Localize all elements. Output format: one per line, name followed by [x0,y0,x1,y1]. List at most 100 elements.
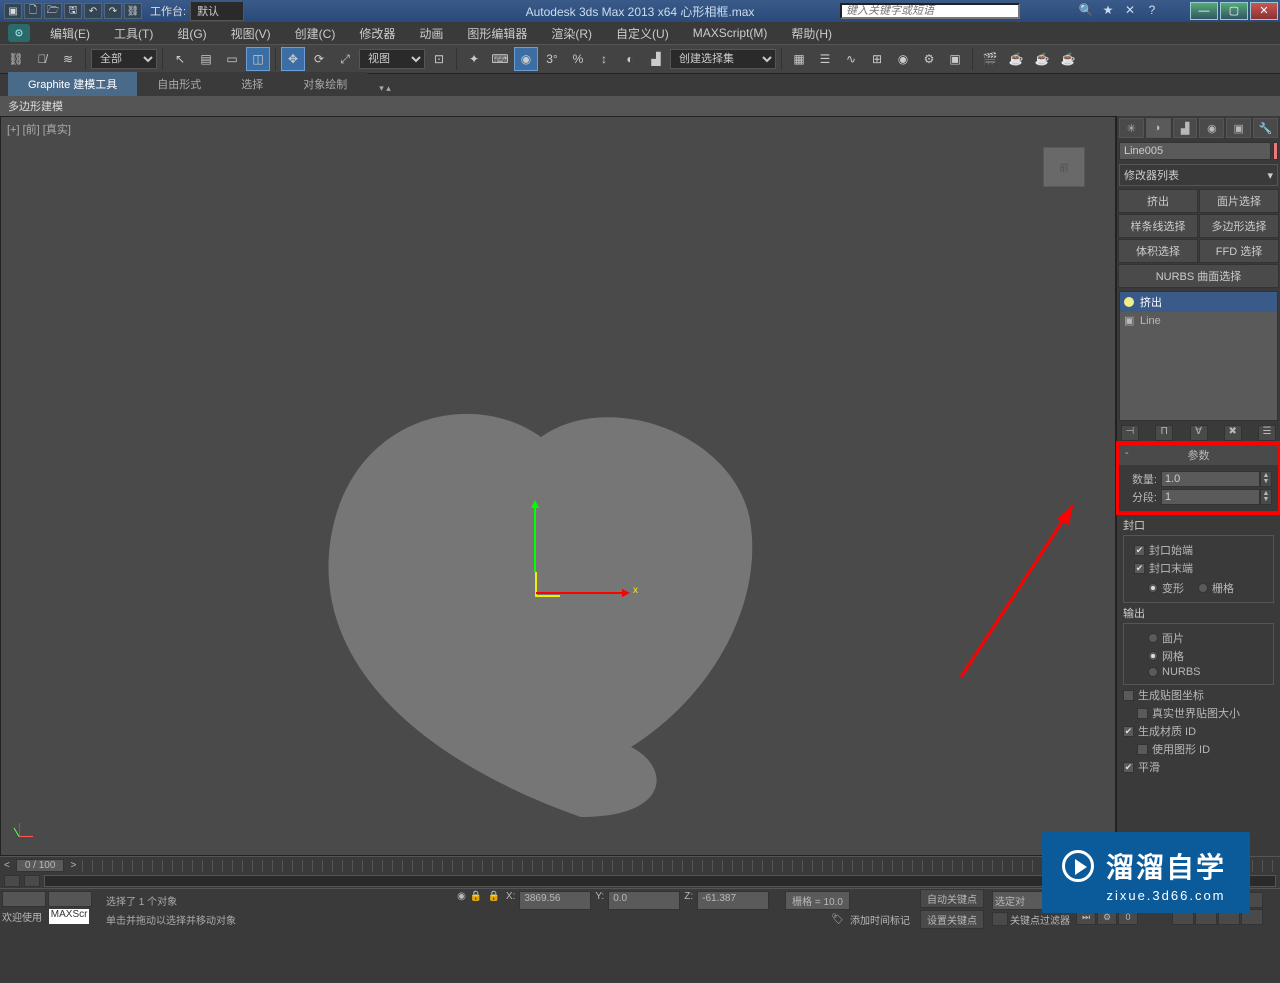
teapot1-icon[interactable]: ☕ [1004,47,1028,71]
motion-tab-icon[interactable]: ◉ [1199,118,1224,138]
help-search-input[interactable] [840,3,1020,19]
stack-item-extrude[interactable]: 挤出 [1120,292,1277,312]
maxscript-listener[interactable]: MAXScr [49,909,90,924]
snap-toggle-icon[interactable]: ◉ [514,47,538,71]
teapot3-icon[interactable]: ☕ [1056,47,1080,71]
lock2-icon[interactable]: 🔒 [488,891,502,910]
minimize-button[interactable]: — [1190,2,1218,20]
autokey-button[interactable]: 自动关键点 [920,889,984,908]
viewport-label[interactable]: [+] [前] [真实] [7,121,71,137]
scale-tool-icon[interactable]: ⤢ [333,47,357,71]
teapot2-icon[interactable]: ☕ [1030,47,1054,71]
genmap-checkbox[interactable] [1123,690,1134,701]
menu-modifiers[interactable]: 修改器 [347,22,407,45]
grid-radio[interactable] [1198,583,1208,593]
render-prod-icon[interactable]: 🎬 [978,47,1002,71]
ribbon-tab-paint[interactable]: 对象绘制 [283,72,367,96]
spinner-snap-icon[interactable]: ↕ [592,47,616,71]
object-name-input[interactable] [1119,142,1271,160]
menu-views[interactable]: 视图(V) [219,22,283,45]
select-object-icon[interactable]: ↖ [168,47,192,71]
new-icon[interactable]: 🗋 [24,3,42,19]
key-filters-button[interactable]: 关键点过滤器 [1010,912,1070,927]
save-icon[interactable]: 🖫 [64,3,82,19]
modbtn-volsel[interactable]: 体积选择 [1118,239,1198,263]
link-icon[interactable]: ⛓ [124,3,142,19]
align-icon[interactable]: ▦ [787,47,811,71]
ribbon-expand-icon[interactable]: ▾ ▴ [373,81,397,96]
trackbar-toggle-icon[interactable] [4,875,20,887]
setkey-button[interactable]: 设置关键点 [920,910,984,929]
render-frame-icon[interactable]: ▣ [943,47,967,71]
menu-edit[interactable]: 编辑(E) [38,22,102,45]
menu-group[interactable]: 组(G) [165,22,218,45]
help-icon[interactable]: ? [1144,3,1160,19]
percent-snap-icon[interactable]: % [566,47,590,71]
params-rollout-header[interactable]: 参数 [1119,445,1278,465]
smooth-checkbox[interactable]: ✔ [1123,762,1134,773]
realworld-checkbox[interactable] [1137,708,1148,719]
modbtn-extrude[interactable]: 挤出 [1118,189,1198,213]
utilities-tab-icon[interactable]: 🔧 [1253,118,1278,138]
iso-icon[interactable]: ◉ [457,891,466,910]
pivot-center-icon[interactable]: ⊡ [427,47,451,71]
material-editor-icon[interactable]: ◉ [891,47,915,71]
modbtn-ffdsel[interactable]: FFD 选择 [1199,239,1279,263]
viewcube[interactable]: 前 [1043,147,1085,187]
add-time-marker[interactable]: 添加时间标记 [850,912,910,927]
stack-item-line[interactable]: ▣Line [1120,312,1277,329]
trackbar-filter-icon[interactable] [24,875,40,887]
menu-tools[interactable]: 工具(T) [102,22,165,45]
select-name-icon[interactable]: ▤ [194,47,218,71]
remove-mod-icon[interactable]: ✖ [1224,425,1242,441]
coord-z-input[interactable]: -61.387 [697,891,769,910]
open-icon[interactable]: 🗁 [44,3,62,19]
ref-coord-dropdown[interactable]: 视图 [359,49,425,69]
modifier-stack[interactable]: 挤出 ▣Line [1119,291,1278,421]
morph-radio[interactable] [1148,583,1158,593]
genmat-checkbox[interactable]: ✔ [1123,726,1134,737]
search-icon[interactable]: 🔍 [1078,3,1094,19]
schematic-icon[interactable]: ⊞ [865,47,889,71]
key-icon[interactable] [992,912,1008,926]
gizmo-y-axis[interactable] [534,502,536,572]
menu-help[interactable]: 帮助(H) [779,22,844,45]
modbtn-splinesel[interactable]: 样条线选择 [1118,214,1198,238]
time-slider-knob[interactable]: 0 / 100 [16,859,65,872]
bind-spacewarp-icon[interactable]: ≋ [56,47,80,71]
render-setup-icon[interactable]: ⚙ [917,47,941,71]
link-tool-icon[interactable]: ⛓ [4,47,28,71]
amount-spinner[interactable]: ▲▼ [1260,471,1272,487]
modifier-list-dropdown[interactable]: 修改器列表▾ [1119,164,1278,186]
pin-stack-icon[interactable]: ⊣ [1121,425,1139,441]
favorite-icon[interactable]: ★ [1100,3,1116,19]
amount-input[interactable] [1161,471,1260,487]
maximize-button[interactable]: ▢ [1220,2,1248,20]
ribbon-subtab[interactable]: 多边形建模 [0,96,1280,116]
rotate-tool-icon[interactable]: ⟳ [307,47,331,71]
viewport[interactable]: [+] [前] [真实] x 前 [0,116,1116,856]
unlink-tool-icon[interactable]: ⛓̸ [30,47,54,71]
gizmo-x-axis[interactable] [536,592,628,594]
output-mesh-radio[interactable] [1148,651,1158,661]
selection-filter-dropdown[interactable]: 全部 [91,49,157,69]
coord-y-input[interactable]: 0.0 [608,891,680,910]
segments-spinner[interactable]: ▲▼ [1260,489,1272,505]
ribbon-tab-selection[interactable]: 选择 [221,72,283,96]
color-swatch[interactable] [1273,142,1278,160]
coord-x-input[interactable]: 3869.56 [519,891,591,910]
modbtn-patchsel[interactable]: 面片选择 [1199,189,1279,213]
script-btn2[interactable] [48,891,92,907]
cap-end-checkbox[interactable]: ✔ [1134,563,1145,574]
menu-animation[interactable]: 动画 [407,22,455,45]
keyboard-shortcut-icon[interactable]: ⌨ [488,47,512,71]
close-button[interactable]: ✕ [1250,2,1278,20]
undo-icon[interactable]: ↶ [84,3,102,19]
modbtn-nurbssel[interactable]: NURBS 曲面选择 [1118,264,1279,288]
angle-snap-icon[interactable]: 3° [540,47,564,71]
display-tab-icon[interactable]: ▣ [1226,118,1251,138]
segments-input[interactable] [1161,489,1260,505]
unique-icon[interactable]: ∀ [1190,425,1208,441]
useshape-checkbox[interactable] [1137,744,1148,755]
cap-start-checkbox[interactable]: ✔ [1134,545,1145,556]
